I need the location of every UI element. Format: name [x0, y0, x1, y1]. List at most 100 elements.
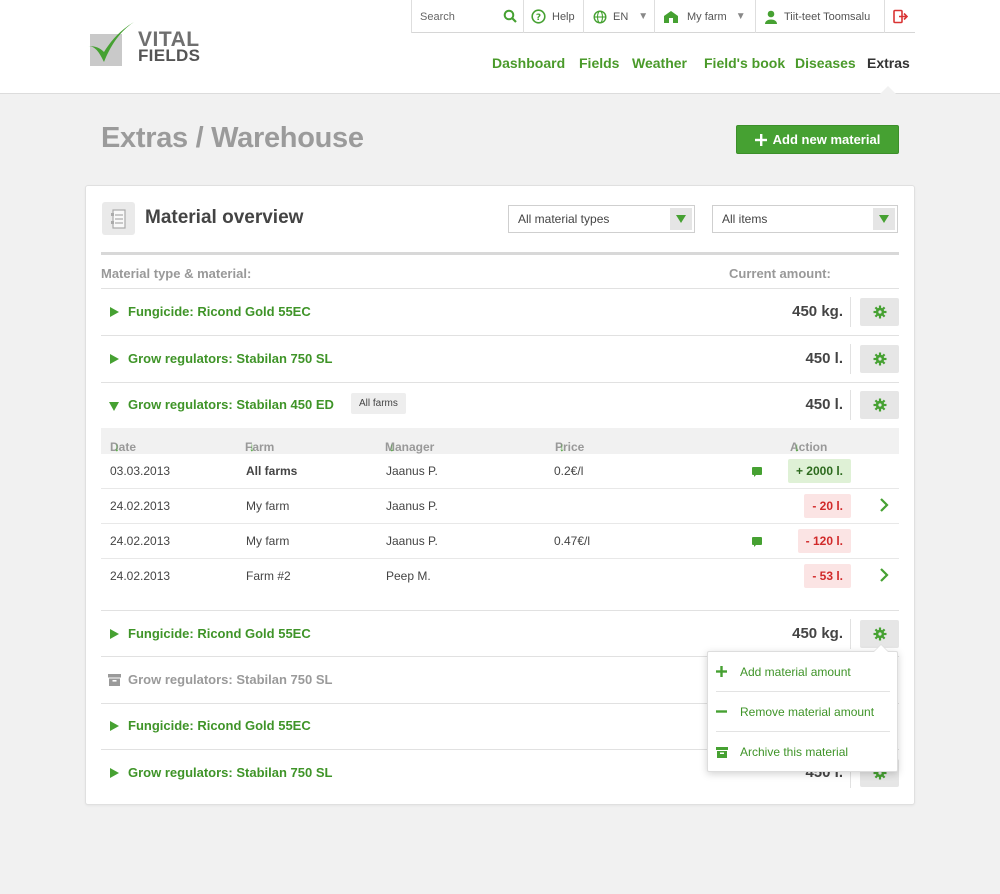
user-menu[interactable]: Tiit-teet Toomsalu — [755, 0, 884, 33]
settings-button[interactable] — [860, 345, 899, 373]
row-date: 03.03.2013 — [110, 464, 171, 478]
items-select[interactable]: All items — [712, 205, 898, 233]
farm-select[interactable]: My farm ▼ — [654, 0, 755, 33]
material-row[interactable]: Fungicide: Ricond Gold 55EC 450 kg. — [101, 289, 899, 336]
row-farm: Farm #2 — [246, 569, 291, 583]
detail-table-header: Date ↓ Farm ↓ Manager ↓ Price ↓ Action ↓ — [101, 428, 899, 454]
table-row[interactable]: 24.02.2013 My farm Jaanus P. - 20 l. — [101, 489, 899, 524]
chevron-down-icon — [670, 208, 692, 230]
gear-icon — [873, 627, 886, 641]
material-name[interactable]: Fungicide: Ricond Gold 55EC — [128, 304, 311, 319]
chevron-down-icon: ▼ — [735, 11, 746, 22]
add-new-material-label: Add new material — [772, 132, 881, 147]
user-icon — [765, 10, 777, 24]
logout-button[interactable] — [884, 0, 915, 33]
material-type-value: All material types — [518, 212, 610, 226]
user-name: Tiit-teet Toomsalu — [784, 10, 871, 23]
page-title: Extras / Warehouse — [101, 122, 364, 154]
material-row[interactable]: Grow regulators: Stabilan 750 SL 450 l. — [101, 336, 899, 383]
chevron-right-icon[interactable] — [879, 567, 889, 583]
material-type-select[interactable]: All material types — [508, 205, 695, 233]
search-input[interactable]: Search — [420, 11, 455, 23]
gear-icon — [873, 398, 886, 412]
row-action-amount: + 2000 l. — [787, 459, 851, 483]
row-date: 24.02.2013 — [110, 499, 171, 513]
row-farm: My farm — [246, 534, 290, 548]
expand-arrow-icon[interactable] — [110, 721, 119, 731]
material-row-expanded[interactable]: Grow regulators: Stabilan 450 ED All far… — [101, 382, 899, 428]
material-name[interactable]: Grow regulators: Stabilan 450 ED — [128, 397, 334, 412]
logout-icon — [892, 9, 908, 24]
menu-item-add-amount[interactable]: Add material amount — [716, 652, 890, 692]
help-label: Help — [552, 10, 575, 23]
menu-item-remove-amount[interactable]: Remove material amount — [716, 692, 890, 732]
column-amount: Current amount: — [729, 266, 831, 281]
material-amount: 450 kg. — [792, 625, 843, 642]
menu-item-label: Remove material amount — [740, 704, 875, 719]
divider — [850, 390, 851, 420]
nav-fields[interactable]: Fields — [579, 55, 619, 71]
row-price: 0.47€/l — [554, 534, 591, 548]
add-new-material-button[interactable]: Add new material — [736, 125, 899, 154]
material-row[interactable]: Fungicide: Ricond Gold 55EC 450 kg. — [101, 610, 899, 657]
settings-button[interactable] — [860, 298, 899, 326]
svg-text:?: ? — [536, 13, 541, 23]
expand-arrow-icon[interactable] — [110, 629, 119, 639]
expand-arrow-icon[interactable] — [110, 307, 119, 317]
chevron-down-icon — [873, 208, 895, 230]
expand-arrow-icon[interactable] — [110, 768, 119, 778]
vital-fields-logo[interactable]: VITAL FIELDS — [86, 18, 216, 70]
table-row[interactable]: 24.02.2013 My farm Jaanus P. 0.47€/l - 1… — [101, 524, 899, 559]
divider — [850, 297, 851, 327]
top-utility-bar: Search ? Help EN ▼ My farm ▼ Tiit-teet T… — [411, 0, 915, 33]
row-date: 24.02.2013 — [110, 569, 171, 583]
divider — [850, 619, 851, 649]
help-link[interactable]: ? Help — [523, 0, 583, 33]
gear-icon — [873, 305, 886, 319]
row-action-amount: - 20 l. — [804, 494, 851, 518]
material-name[interactable]: Grow regulators: Stabilan 750 SL — [128, 765, 332, 780]
expand-arrow-icon[interactable] — [110, 354, 119, 364]
settings-button[interactable] — [860, 391, 899, 419]
menu-item-label: Archive this material — [740, 745, 849, 759]
nav-diseases[interactable]: Diseases — [795, 55, 856, 71]
row-action-amount: - 120 l. — [797, 529, 851, 553]
nav-extras[interactable]: Extras — [867, 55, 910, 71]
items-value: All items — [722, 212, 768, 226]
row-manager: Jaanus P. — [386, 534, 438, 548]
plus-icon — [754, 133, 767, 146]
leaf-check-icon — [88, 22, 134, 66]
material-name[interactable]: Grow regulators: Stabilan 750 SL — [128, 672, 332, 687]
search-icon[interactable] — [503, 9, 517, 23]
material-name[interactable]: Fungicide: Ricond Gold 55EC — [128, 626, 311, 641]
sort-arrow-icon: ↓ — [389, 440, 395, 454]
material-name[interactable]: Fungicide: Ricond Gold 55EC — [128, 718, 311, 733]
chevron-right-icon[interactable] — [879, 497, 889, 513]
gear-icon — [873, 352, 886, 366]
menu-item-archive[interactable]: Archive this material — [716, 732, 890, 772]
row-date: 24.02.2013 — [110, 534, 171, 548]
nav-weather[interactable]: Weather — [632, 55, 687, 71]
comment-icon[interactable] — [752, 537, 762, 547]
comment-icon[interactable] — [752, 467, 762, 477]
material-name[interactable]: Grow regulators: Stabilan 750 SL — [128, 351, 332, 366]
collapse-arrow-icon[interactable] — [109, 402, 119, 411]
sort-arrow-icon: ↓ — [559, 440, 565, 454]
row-farm: All farms — [246, 464, 298, 478]
row-price: 0.2€/l — [554, 464, 584, 478]
material-amount: 450 l. — [805, 396, 843, 413]
card-title: Material overview — [145, 207, 304, 228]
nav-dashboard[interactable]: Dashboard — [492, 55, 565, 71]
table-row[interactable]: 03.03.2013 All farms Jaanus P. 0.2€/l + … — [101, 454, 899, 489]
search-box[interactable]: Search — [411, 0, 523, 33]
table-row[interactable]: 24.02.2013 Farm #2 Peep M. - 53 l. — [101, 559, 899, 594]
language-select[interactable]: EN ▼ — [583, 0, 654, 33]
nav-fields-book[interactable]: Field's book — [704, 55, 785, 71]
minus-icon — [716, 710, 727, 713]
divider — [850, 344, 851, 374]
sort-arrow-icon: ↓ — [794, 440, 800, 454]
logo-text-fields: FIELDS — [138, 46, 201, 65]
material-actions-menu: Add material amount Remove material amou… — [707, 644, 898, 772]
language-label: EN — [613, 10, 629, 23]
active-nav-indicator — [879, 86, 897, 95]
